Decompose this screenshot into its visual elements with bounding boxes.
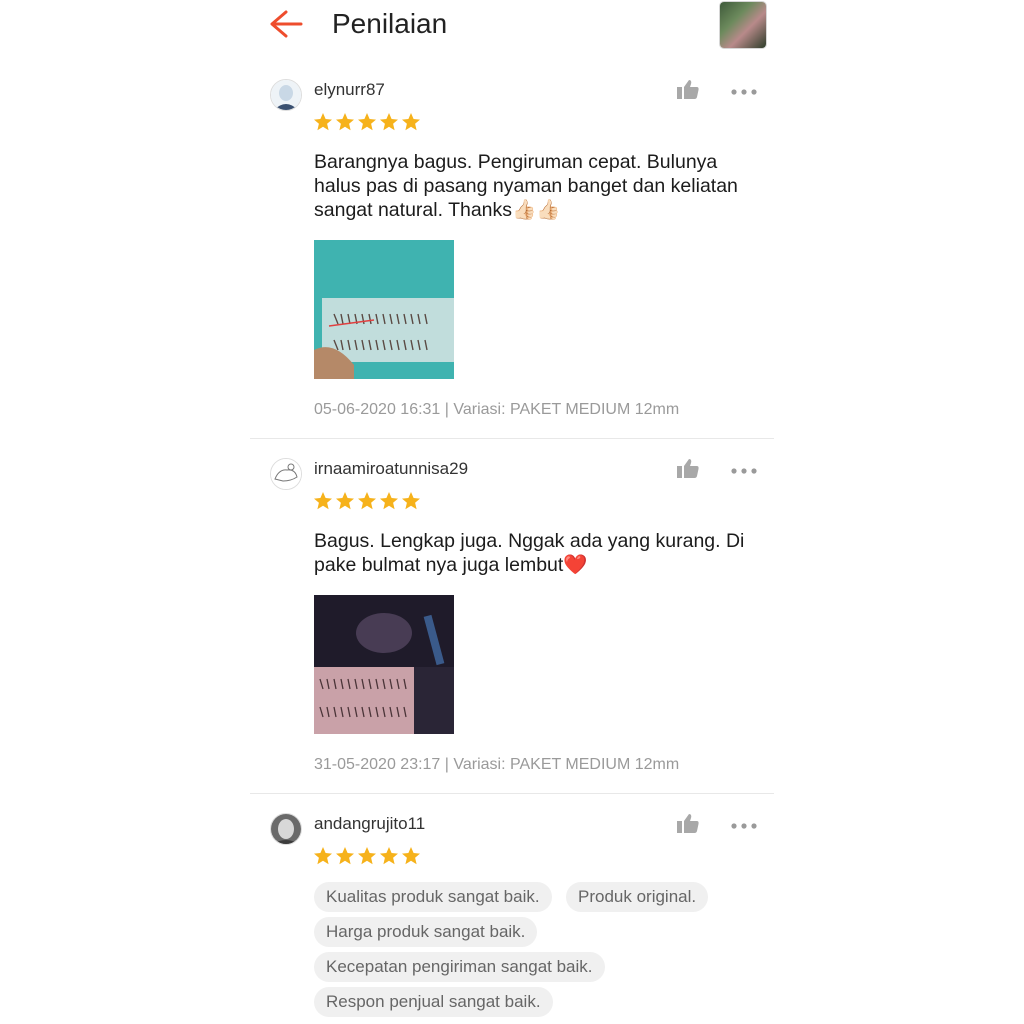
avatar[interactable] [270, 458, 302, 490]
star-icon [358, 113, 376, 131]
review-tag[interactable]: Kecepatan pengiriman sangat baik. [314, 952, 605, 982]
more-options-button[interactable] [730, 818, 758, 829]
page-title: Penilaian [332, 8, 448, 39]
star-icon [336, 492, 354, 510]
review-tag[interactable]: Harga produk sangat baik. [314, 917, 538, 947]
reviewer-username: andangrujito11 [314, 814, 426, 833]
divider [250, 793, 774, 794]
review-photo[interactable] [314, 595, 454, 734]
thumbs-up-icon [677, 814, 699, 833]
divider [250, 438, 774, 439]
reviewer-username: elynurr87 [314, 80, 385, 99]
more-options-button[interactable] [730, 463, 758, 474]
avatar[interactable] [270, 813, 302, 845]
more-options-button[interactable] [730, 84, 758, 95]
review-meta: 31-05-2020 23:17 | Variasi: PAKET MEDIUM… [314, 756, 680, 773]
thumbs-up-icon [677, 459, 699, 478]
star-icon [380, 113, 398, 131]
star-rating [313, 846, 421, 866]
thumbs-up-icon [677, 80, 699, 99]
star-icon [314, 847, 332, 865]
more-dots-icon [731, 823, 757, 829]
arrow-left-icon [270, 10, 303, 38]
review-photo[interactable] [314, 240, 454, 379]
review-comment: Bagus. Lengkap juga. Nggak ada yang kura… [314, 530, 745, 576]
star-icon [336, 847, 354, 865]
like-button[interactable] [676, 457, 700, 479]
star-icon [358, 492, 376, 510]
star-icon [380, 492, 398, 510]
star-icon [358, 847, 376, 865]
star-rating [313, 491, 421, 511]
back-button[interactable] [268, 8, 304, 40]
star-icon [402, 492, 420, 510]
more-dots-icon [731, 89, 757, 95]
star-icon [314, 492, 332, 510]
review-comment: Barangnya bagus. Pengiruman cepat. Bulun… [314, 151, 738, 221]
star-icon [402, 113, 420, 131]
product-thumbnail[interactable] [720, 2, 766, 48]
reviews-screen: Penilaian elynurr87 Barangnya bagus. Pen… [250, 0, 774, 1024]
reviewer-username: irnaamiroatunnisa29 [314, 459, 469, 478]
review-meta: 05-06-2020 16:31 | Variasi: PAKET MEDIUM… [314, 401, 680, 418]
like-button[interactable] [676, 78, 700, 100]
review-tag[interactable]: Respon penjual sangat baik. [314, 987, 553, 1017]
avatar[interactable] [270, 79, 302, 111]
star-icon [314, 113, 332, 131]
star-icon [336, 113, 354, 131]
review-tag[interactable]: Produk original. [566, 882, 709, 912]
star-icon [380, 847, 398, 865]
review-tag[interactable]: Kualitas produk sangat baik. [314, 882, 552, 912]
more-dots-icon [731, 468, 757, 474]
star-rating [313, 112, 421, 132]
top-bar: Penilaian [250, 0, 774, 52]
star-icon [402, 847, 420, 865]
like-button[interactable] [676, 812, 700, 834]
